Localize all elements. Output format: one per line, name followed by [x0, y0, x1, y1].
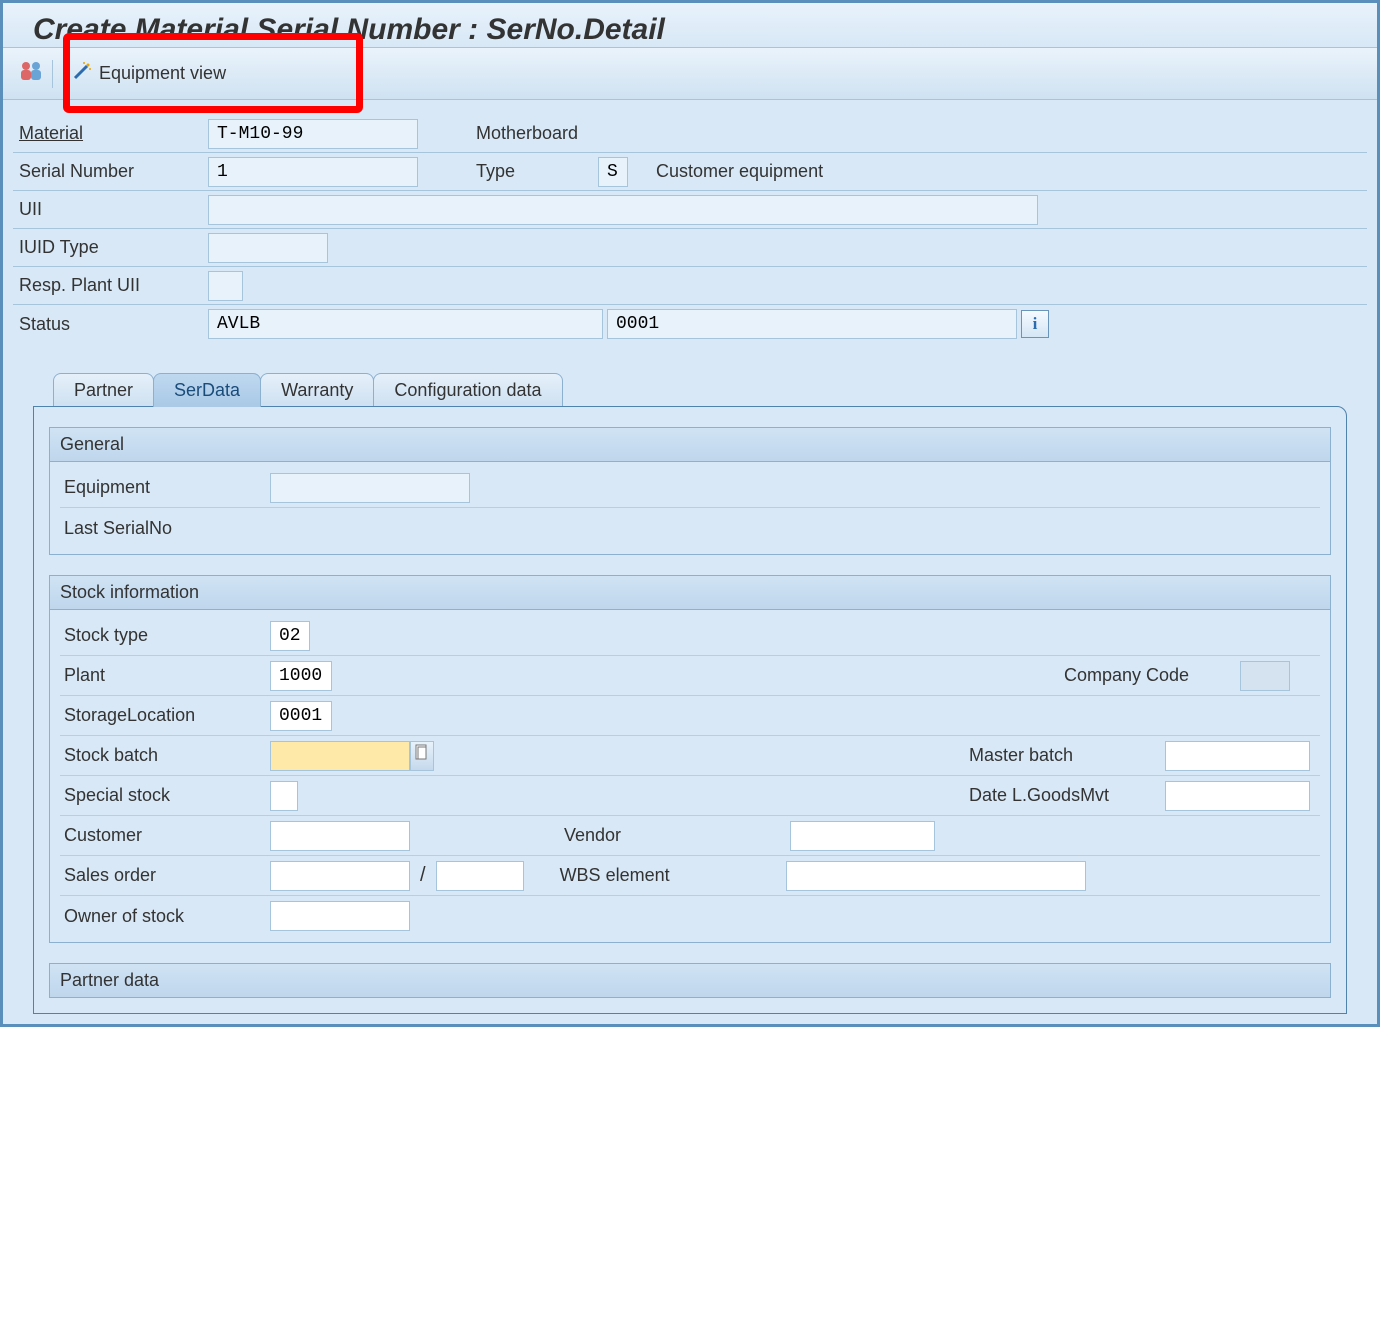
wand-icon — [71, 60, 93, 87]
stock-group: Stock information Stock type Plant Co — [49, 575, 1331, 943]
status-label: Status — [13, 310, 208, 339]
owner-label: Owner of stock — [60, 904, 270, 929]
search-help-icon — [415, 744, 429, 767]
status-input[interactable] — [208, 309, 603, 339]
type-label: Type — [468, 157, 598, 186]
date-goods-label: Date L.GoodsMvt — [965, 783, 1165, 808]
partner-data-group: Partner data — [49, 963, 1331, 998]
vendor-input[interactable] — [790, 821, 935, 851]
plant-input[interactable] — [270, 661, 332, 691]
stock-type-input[interactable] — [270, 621, 310, 651]
tab-strip: Partner SerData Warranty Configuration d… — [33, 373, 1347, 407]
master-batch-input[interactable] — [1165, 741, 1310, 771]
iuid-type-label: IUID Type — [13, 233, 208, 262]
last-serial-label: Last SerialNo — [60, 516, 270, 541]
page-title: Create Material Serial Number : SerNo.De… — [3, 3, 1377, 47]
resp-plant-input[interactable] — [208, 271, 243, 301]
type-desc: Customer equipment — [648, 157, 831, 186]
master-batch-label: Master batch — [965, 743, 1165, 768]
customer-label: Customer — [60, 823, 270, 848]
tab-serdata[interactable]: SerData — [153, 373, 261, 407]
partner-data-title: Partner data — [50, 964, 1330, 997]
tab-warranty[interactable]: Warranty — [260, 373, 374, 407]
owner-input[interactable] — [270, 901, 410, 931]
serial-input[interactable] — [208, 157, 418, 187]
iuid-type-input[interactable] — [208, 233, 328, 263]
material-input[interactable] — [208, 119, 418, 149]
sales-order-item-input[interactable] — [436, 861, 524, 891]
stock-batch-f4-button[interactable] — [410, 741, 434, 771]
wbs-label: WBS element — [556, 863, 706, 888]
uii-label: UII — [13, 195, 208, 224]
special-stock-input[interactable] — [270, 781, 298, 811]
material-label: Material — [13, 119, 208, 148]
status-code-input[interactable] — [607, 309, 1017, 339]
serial-label: Serial Number — [13, 157, 208, 186]
plant-label: Plant — [60, 663, 270, 688]
company-code-label: Company Code — [1060, 663, 1240, 688]
type-input[interactable] — [598, 157, 628, 187]
partner-icon[interactable] — [18, 60, 44, 87]
toolbar: Equipment view — [3, 47, 1377, 100]
storage-loc-input[interactable] — [270, 701, 332, 731]
stock-batch-label: Stock batch — [60, 743, 270, 768]
special-stock-label: Special stock — [60, 783, 270, 808]
sales-order-input[interactable] — [270, 861, 410, 891]
storage-loc-label: StorageLocation — [60, 703, 270, 728]
resp-plant-label: Resp. Plant UII — [13, 271, 208, 300]
vendor-label: Vendor — [560, 823, 690, 848]
equipment-view-label: Equipment view — [99, 63, 226, 84]
header-form: Material Motherboard Serial Number Type … — [13, 115, 1367, 343]
equipment-label: Equipment — [60, 475, 270, 500]
company-code-input — [1240, 661, 1290, 691]
general-group-title: General — [50, 428, 1330, 462]
date-goods-input[interactable] — [1165, 781, 1310, 811]
sales-order-slash: / — [410, 864, 436, 887]
wbs-input[interactable] — [786, 861, 1086, 891]
stock-group-title: Stock information — [50, 576, 1330, 610]
status-info-button[interactable]: i — [1021, 310, 1049, 338]
stock-batch-input[interactable] — [270, 741, 410, 771]
general-group: General Equipment Last SerialNo — [49, 427, 1331, 555]
stock-type-label: Stock type — [60, 623, 270, 648]
material-desc: Motherboard — [468, 119, 586, 148]
sales-order-label: Sales order — [60, 863, 270, 888]
equipment-input[interactable] — [270, 473, 470, 503]
tab-partner[interactable]: Partner — [53, 373, 154, 407]
serdata-panel: General Equipment Last SerialNo Stock in… — [33, 406, 1347, 1014]
uii-input[interactable] — [208, 195, 1038, 225]
customer-input[interactable] — [270, 821, 410, 851]
tab-configuration[interactable]: Configuration data — [373, 373, 562, 407]
equipment-view-button[interactable]: Equipment view — [61, 56, 236, 91]
